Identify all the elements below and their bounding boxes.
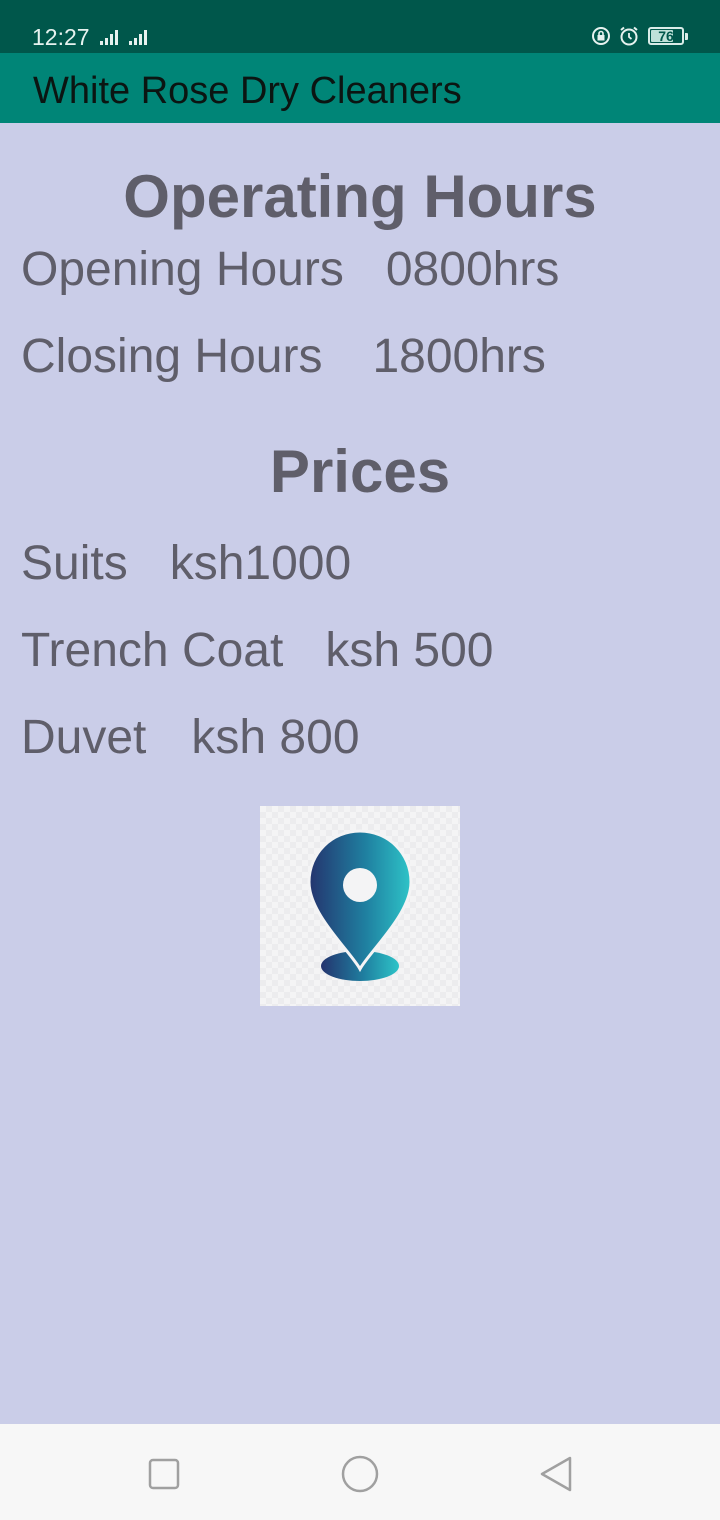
price-item-value: ksh 500 — [325, 624, 494, 677]
price-row-trench-coat: Trench Coat ksh 500 — [21, 623, 493, 679]
closing-hours-value: 1800hrs — [372, 330, 546, 383]
alarm-icon — [619, 26, 639, 46]
price-row-suits: Suits ksh1000 — [21, 536, 351, 592]
closing-hours-label: Closing Hours — [21, 330, 323, 383]
recent-apps-button[interactable] — [140, 1450, 188, 1498]
battery-icon: 76 — [648, 27, 684, 45]
back-triangle-icon — [540, 1456, 572, 1492]
price-item-name: Trench Coat — [21, 624, 284, 677]
circle-icon — [341, 1455, 379, 1493]
opening-hours-row: Opening Hours 0800hrs — [21, 242, 559, 298]
closing-hours-row: Closing Hours 1800hrs — [21, 329, 546, 385]
operating-hours-heading: Operating Hours — [123, 163, 597, 230]
prices-heading: Prices — [269, 438, 451, 505]
price-row-duvet: Duvet ksh 800 — [21, 710, 360, 766]
price-item-value: ksh1000 — [169, 537, 352, 590]
home-button[interactable] — [336, 1450, 384, 1498]
signal-icon — [129, 27, 153, 45]
price-item-name: Duvet — [21, 711, 147, 764]
status-time: 12:27 — [32, 24, 90, 50]
signal-icon — [100, 27, 124, 45]
square-icon — [148, 1458, 180, 1490]
app-bar: White Rose Dry Cleaners — [0, 53, 720, 123]
app-title: White Rose Dry Cleaners — [33, 70, 462, 112]
opening-hours-value: 0800hrs — [385, 243, 560, 296]
back-button[interactable] — [532, 1450, 580, 1498]
price-item-value: ksh 800 — [191, 711, 360, 764]
price-item-name: Suits — [21, 537, 128, 590]
location-pin-icon — [307, 829, 413, 981]
rotation-lock-icon — [591, 26, 611, 46]
battery-level: 76 — [658, 28, 674, 44]
location-image[interactable] — [260, 806, 460, 1006]
status-bar: 12:27 76 — [0, 0, 720, 53]
battery-tip — [685, 33, 688, 40]
navigation-bar — [0, 1424, 720, 1520]
opening-hours-label: Opening Hours — [21, 243, 344, 296]
